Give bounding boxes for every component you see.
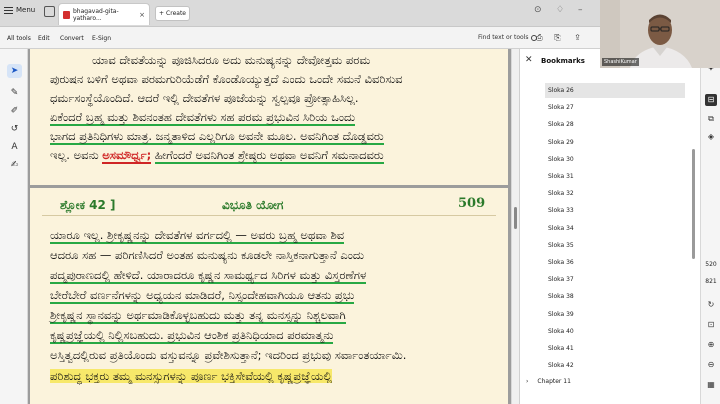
notifications-icon[interactable]: ♢ (556, 5, 564, 15)
layers-icon[interactable]: ◈ (705, 131, 717, 143)
menu-bar: All tools Edit Convert E-Sign Find text … (0, 27, 600, 49)
bookmarks-panel: ✕ Bookmarks ⋯ Sloka 26Sloka 27Sloka 28Sl… (519, 49, 700, 404)
menu-all-tools[interactable]: All tools (7, 35, 31, 42)
menu-button[interactable]: Menu (4, 6, 35, 14)
print-icon[interactable]: ⎘ (553, 33, 562, 42)
underlined-text-line: ಪದ್ಮಪುರಾಣದಲ್ಲಿ ಹೇಳಿದೆ. ಯಾರಾದರೂ ಕೃಷ್ಣನ ಸಾ… (50, 268, 367, 284)
menu-edit[interactable]: Edit (38, 35, 50, 42)
bookmark-item[interactable]: Sloka 38 (545, 289, 685, 304)
home-icon[interactable] (44, 6, 55, 17)
select-cursor-icon[interactable]: ➤ (7, 64, 22, 78)
underlined-text-span: ಹೀಗೆಂದರೆ ಅವನಿಗಿಂತ ಶ್ರೇಷ್ಠರು ಅಥವಾ ಅವನಿಗೆ … (154, 148, 384, 164)
text-line: ಯಾವ ದೇವತೆಯನ್ನು ಪೂಜಿಸಿದರೂ ಅದು ಮನುಷ್ಯನನ್ನು… (92, 53, 371, 67)
menu-convert[interactable]: Convert (60, 35, 84, 42)
create-button[interactable]: + Create (155, 6, 190, 21)
highlighted-text-line: ಪರಿಶುದ್ಧ ಭಕ್ತರು ತಮ್ಮ ಮನಸ್ಸುಗಳನ್ನು ಪೂರ್ಣ … (50, 369, 333, 383)
save-icon[interactable]: ⎙ (535, 33, 544, 42)
pdf-page-upper: ಯಾವ ದೇವತೆಯನ್ನು ಪೂಜಿಸಿದರೂ ಅದು ಮನುಷ್ಯನನ್ನು… (30, 49, 508, 185)
menu-label: Menu (16, 6, 36, 14)
hamburger-icon (4, 6, 13, 14)
close-panel-icon[interactable]: ✕ (525, 55, 533, 65)
bookmark-item[interactable]: Sloka 33 (545, 203, 685, 218)
underlined-text-line: ಭಾಗದ ಪ್ರತಿನಿಧಿಗಳು ಮಾತ್ರ. ಜನ್ಮತಾಳಿದ ಎಲ್ಲರ… (50, 129, 384, 145)
tab-close-icon[interactable]: × (139, 11, 145, 19)
header-divider (42, 215, 496, 216)
pdf-icon (63, 10, 70, 19)
zoom-in-icon[interactable]: ⊕ (705, 339, 717, 351)
grid-view-icon[interactable]: ▦ (705, 379, 717, 391)
bookmark-item[interactable]: Sloka 42 (545, 358, 685, 373)
panel-title: Bookmarks (541, 57, 585, 65)
bookmark-item[interactable]: Sloka 31 (545, 169, 685, 184)
find-text-or-tools[interactable]: Find text or tools (478, 34, 538, 41)
create-label: Create (166, 10, 186, 17)
chapter-label: Chapter 11 (537, 378, 571, 385)
document-viewport[interactable]: ಯಾವ ದೇವತೆಯನ್ನು ಪೂಜಿಸಿದರೂ ಅದು ಮನುಷ್ಯನನ್ನು… (28, 49, 511, 404)
bookmark-item[interactable]: Sloka 40 (545, 324, 685, 339)
text-box-icon[interactable]: A (7, 140, 22, 154)
chapter-running-title: ವಿಭೂತಿ ಯೋಗ (222, 198, 284, 212)
current-page-number[interactable]: 520 (703, 261, 719, 268)
chevron-right-icon[interactable]: › (526, 378, 528, 385)
menu-esign[interactable]: E-Sign (92, 35, 111, 42)
bookmark-item[interactable]: Sloka 34 (545, 221, 685, 236)
refresh-icon[interactable]: ↻ (705, 299, 717, 311)
document-tab[interactable]: bhagavad-gita-yatharo... × (58, 3, 150, 25)
panel-scrollbar[interactable] (690, 75, 698, 404)
bookmark-item[interactable]: Sloka 37 (545, 272, 685, 287)
pdf-page-509: ಶ್ಲೋಕ 42 ] ವಿಭೂತಿ ಯೋಗ 509 ಯಾರೂ ಇಲ್ಲ. ಶ್ರ… (30, 188, 508, 404)
draw-icon[interactable]: ↺ (7, 122, 22, 136)
red-underlined-term: ಅಸಮೌರ್ಧ್ವ; (102, 148, 152, 164)
bookmark-chapter-11[interactable]: › Chapter 11 (526, 378, 571, 385)
bookmark-item[interactable]: Sloka 27 (545, 100, 685, 115)
text-line: ಅಸ್ತಿತ್ವದಲ್ಲಿರುವ ಪ್ರತಿಯೊಂದು ವಸ್ತುವನ್ನೂ ಪ… (50, 348, 407, 362)
bookmark-item[interactable]: Sloka 30 (545, 152, 685, 167)
text-line-with-annotation: ಇಲ್ಲ. ಅವನು ಅಸಮೌರ್ಧ್ವ; ಹೀಗೆಂದರೆ ಅವನಿಗಿಂತ … (50, 148, 384, 164)
text-line: ಪುರುಷನ ಬಳಿಗೆ ಅಥವಾ ಪರಮಗುರಿಯೆಡೆಗೆ ಕೊಂಡೊಯ್ಯ… (50, 72, 403, 86)
bookmark-item[interactable]: Sloka 28 (545, 117, 685, 132)
underlined-text-line: ಯಾರೂ ಇಲ್ಲ. ಶ್ರೀಕೃಷ್ಣನನ್ನು ದೇವತೆಗಳ ವರ್ಗದಲ… (50, 228, 345, 244)
highlight-pen-icon[interactable]: ✐ (7, 104, 22, 118)
pages-icon[interactable]: ⧉ (705, 113, 717, 125)
minimize-icon[interactable]: – (578, 5, 583, 15)
plus-icon: + (159, 10, 165, 17)
zoom-out-icon[interactable]: ⊖ (705, 359, 717, 371)
page-number: 509 (458, 196, 486, 211)
webcam-overlay: ShashiKumar (600, 0, 720, 68)
bookmark-item[interactable]: Sloka 26 (545, 83, 685, 98)
bookmark-item[interactable]: Sloka 36 (545, 255, 685, 270)
underlined-text-line: ಏಕೆಂದರೆ ಬ್ರಹ್ಮ ಮತ್ತು ಶಿವನಂತಹ ದೇವತೆಗಳು ಸಹ… (50, 110, 356, 126)
text-span: ಇಲ್ಲ. ಅವನು (50, 148, 99, 162)
bookmark-item[interactable]: Sloka 39 (545, 307, 685, 322)
underlined-text-line: ಬೇರೆಬೇರೆ ವರ್ಣನೆಗಳನ್ನು ಅಧ್ಯಯನ ಮಾಡಿದರೆ, ನಿ… (50, 288, 355, 304)
find-label: Find text or tools (478, 34, 529, 41)
underlined-text-line: ಕೃಷ್ಣಪ್ರಜ್ಞೆಯಲ್ಲಿ ನಿಲ್ಲಿಸಬಹುದು. ಪ್ರಭುವಿನ… (50, 328, 334, 344)
stamp-icon[interactable]: ✍ (7, 158, 22, 172)
fit-page-icon[interactable]: ⊡ (705, 319, 717, 331)
document-scrollbar[interactable] (511, 49, 519, 404)
text-line: ಆದರೂ ಸಹ — ಪರಿಗಣಿಸಿದರೆ ಅಂತಹ ಮನುಷ್ಯನು ಕೂಡಲ… (50, 248, 364, 262)
total-pages: 821 (705, 278, 717, 285)
right-tool-rail: ✦ ⊟ ⧉ ◈ 520 821 ↻ ⊡ ⊕ ⊖ ▦ (700, 49, 720, 404)
comment-icon[interactable]: ✎ (7, 86, 22, 100)
bookmark-item[interactable]: Sloka 32 (545, 186, 685, 201)
underlined-text-line: ಶ್ರೀಕೃಷ್ಣನ ಸ್ಥಾನವನ್ನು ಅರ್ಥಮಾಡಿಕೊಳ್ಳಬಹುದು… (50, 308, 346, 324)
acrobat-window: Menu bhagavad-gita-yatharo... × + Create… (0, 0, 720, 404)
bookmarks-icon[interactable]: ⊟ (705, 94, 717, 106)
bookmark-item[interactable]: Sloka 29 (545, 135, 685, 150)
tab-title: bhagavad-gita-yatharo... (73, 7, 119, 22)
sloka-header: ಶ್ಲೋಕ 42 ] (60, 198, 116, 212)
account-icon[interactable]: ⊙ (534, 5, 542, 15)
left-tool-rail: ➤ ✎ ✐ ↺ A ✍ (0, 49, 28, 404)
scrollbar-thumb[interactable] (514, 207, 517, 229)
webcam-name-label: ShashiKumar (602, 58, 639, 66)
share-icon[interactable]: ⇪ (573, 33, 582, 42)
bookmark-item[interactable]: Sloka 35 (545, 238, 685, 253)
text-line: ಧರ್ಮಸಂಸ್ಥೆಯೊಂದಿದೆ. ಆದರೆ ಇಲ್ಲಿ ದೇವತೆಗಳ ಪೂ… (50, 91, 359, 105)
bookmark-item[interactable]: Sloka 41 (545, 341, 685, 356)
panel-scrollbar-thumb[interactable] (692, 149, 695, 259)
